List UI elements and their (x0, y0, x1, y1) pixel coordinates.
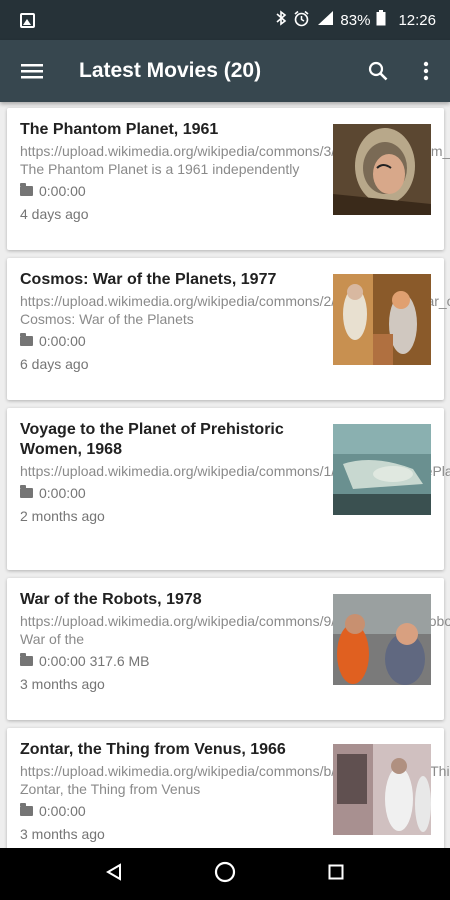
movie-description: https://upload.wikimedia.org/wikipedia/c… (20, 613, 450, 647)
movie-thumbnail[interactable] (333, 594, 431, 685)
status-bar: 83% 12:26 (0, 0, 450, 40)
movie-card[interactable]: The Phantom Planet, 1961 https://upload.… (7, 108, 450, 250)
movie-age: 2 months ago (20, 508, 105, 524)
movie-card[interactable]: Voyage to the Planet of Prehistoric Wome… (7, 408, 450, 570)
back-icon (106, 862, 121, 881)
movie-meta: 0:00:00 317.6 MB (39, 653, 150, 669)
menu-button[interactable] (0, 40, 64, 102)
clock: 12:26 (398, 11, 436, 29)
back-button[interactable] (106, 862, 122, 886)
search-icon (368, 61, 388, 81)
folder-icon (20, 333, 33, 346)
movie-thumbnail[interactable] (333, 124, 431, 215)
movie-meta: 0:00:00 (39, 183, 86, 199)
search-button[interactable] (354, 40, 402, 102)
more-vert-icon (423, 61, 429, 81)
movie-age: 4 days ago (20, 206, 89, 222)
battery-icon (376, 10, 386, 30)
movie-thumbnail[interactable] (333, 424, 431, 515)
home-icon (214, 861, 236, 882)
recents-button[interactable] (328, 864, 344, 885)
folder-icon (20, 653, 33, 666)
movie-title: Cosmos: War of the Planets, 1977 (20, 271, 277, 288)
movie-age: 6 days ago (20, 356, 89, 372)
movie-description: https://upload.wikimedia.org/wikipedia/c… (20, 463, 450, 479)
movie-meta: 0:00:00 (39, 803, 86, 819)
movie-age: 3 months ago (20, 826, 105, 842)
recents-icon (328, 864, 344, 879)
movie-card[interactable]: Zontar, the Thing from Venus, 1966 https… (7, 728, 450, 848)
app-bar: Latest Movies (20) (0, 40, 450, 102)
movie-age: 3 months ago (20, 676, 105, 692)
movie-description: https://upload.wikimedia.org/wikipedia/c… (20, 763, 450, 797)
battery-label: 83% (340, 11, 371, 29)
hamburger-icon (21, 64, 43, 79)
folder-icon (20, 803, 33, 816)
movie-description: https://upload.wikimedia.org/wikipedia/c… (20, 293, 450, 327)
alarm-icon (293, 10, 310, 31)
system-nav-bar (0, 848, 450, 900)
movie-thumbnail[interactable] (333, 744, 431, 835)
movie-card[interactable]: War of the Robots, 1978 https://upload.w… (7, 578, 450, 720)
movie-title: Voyage to the Planet of Prehistoric Wome… (20, 421, 284, 458)
signal-icon (316, 10, 334, 30)
movie-description: https://upload.wikimedia.org/wikipedia/c… (20, 143, 450, 177)
home-button[interactable] (214, 861, 236, 888)
overflow-menu-button[interactable] (402, 40, 450, 102)
folder-icon (20, 485, 33, 498)
page-title: Latest Movies (20) (79, 59, 262, 82)
bluetooth-icon (276, 10, 287, 30)
movie-list: The Phantom Planet, 1961 https://upload.… (0, 102, 450, 848)
movie-meta: 0:00:00 (39, 485, 86, 501)
movie-thumbnail[interactable] (333, 274, 431, 365)
movie-title: War of the Robots, 1978 (20, 591, 202, 608)
movie-title: The Phantom Planet, 1961 (20, 121, 219, 138)
movie-title: Zontar, the Thing from Venus, 1966 (20, 741, 286, 758)
movie-card[interactable]: Cosmos: War of the Planets, 1977 https:/… (7, 258, 450, 400)
movie-meta: 0:00:00 (39, 333, 86, 349)
folder-icon (20, 183, 33, 196)
image-notification-icon (20, 12, 35, 28)
